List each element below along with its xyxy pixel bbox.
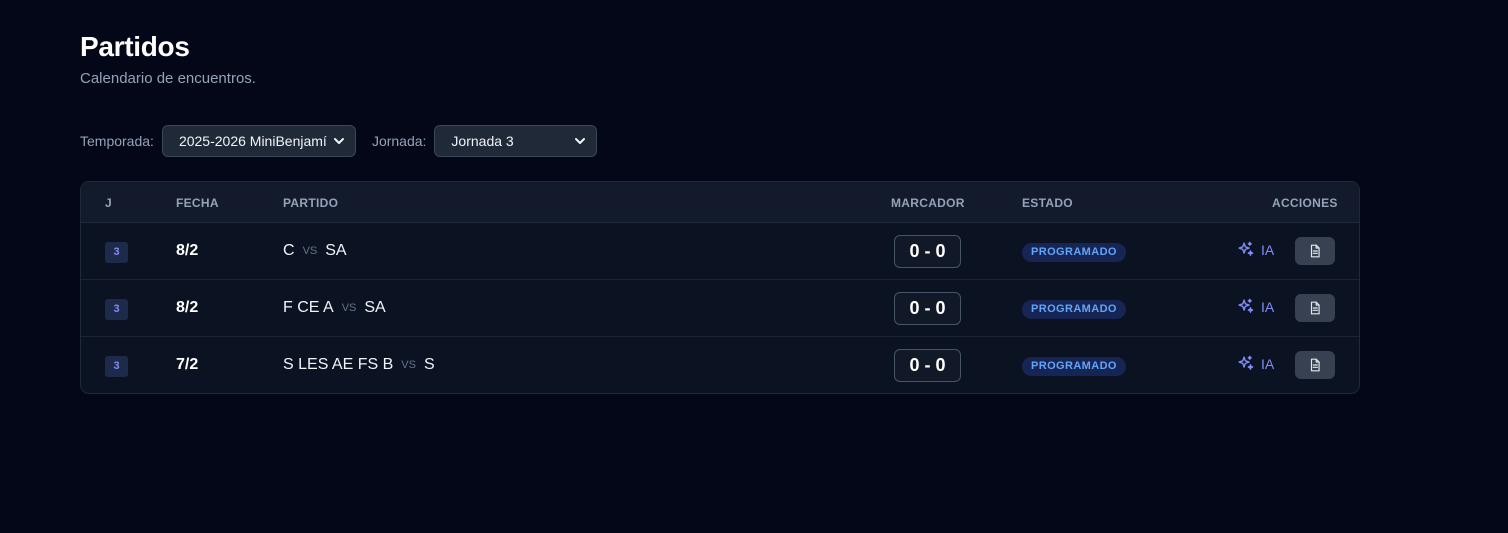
home-team: C — [283, 242, 295, 259]
score-display: 0 - 0 — [894, 349, 961, 382]
status-badge: PROGRAMADO — [1022, 243, 1126, 262]
page-title: Partidos — [80, 31, 190, 62]
ai-label: IA — [1261, 355, 1275, 372]
ai-label: IA — [1261, 298, 1275, 315]
col-fecha: FECHA — [176, 196, 219, 210]
col-marcador: MARCADOR — [891, 196, 965, 210]
document-icon — [1310, 244, 1320, 258]
table-row: 3 7/2 S LES AE FS B VS S 0 - 0 PROGRAMAD… — [81, 337, 1359, 393]
ai-label: IA — [1261, 241, 1275, 258]
versus-label: VS — [302, 245, 318, 257]
match-teams: S LES AE FS B VS S — [283, 356, 435, 374]
match-teams: F CE A VS SA — [283, 299, 386, 317]
temporada-select[interactable]: 2025-2026 MiniBenjamí — [161, 125, 356, 157]
ai-button[interactable]: IA — [1237, 355, 1274, 372]
report-button[interactable] — [1295, 351, 1335, 379]
away-team: SA — [325, 242, 347, 259]
ai-button[interactable]: IA — [1237, 298, 1274, 315]
table-row: 3 8/2 F CE A VS SA 0 - 0 PROGRAMADO IA — [81, 280, 1359, 337]
jornada-badge: 3 — [105, 299, 128, 320]
page: Partidos Calendario de encuentros. Tempo… — [80, 30, 1360, 394]
table-header: J FECHA PARTIDO MARCADOR ESTADO ACCIONES — [81, 182, 1359, 223]
match-date: 8/2 — [176, 299, 199, 316]
col-estado: ESTADO — [1022, 196, 1073, 210]
status-badge: PROGRAMADO — [1022, 300, 1126, 319]
chevron-down-icon — [575, 138, 586, 144]
table-row: 3 8/2 C VS SA 0 - 0 PROGRAMADO IA — [81, 223, 1359, 280]
versus-label: VS — [401, 359, 416, 371]
match-date: 8/2 — [176, 242, 199, 259]
sparkles-icon — [1238, 298, 1254, 313]
col-partido: PARTIDO — [283, 196, 339, 210]
match-teams: C VS SA — [283, 242, 347, 260]
report-button[interactable] — [1295, 294, 1335, 322]
col-acciones: ACCIONES — [1272, 196, 1338, 210]
jornada-label: Jornada: — [371, 133, 427, 149]
away-team: SA — [364, 299, 386, 316]
document-icon — [1310, 358, 1320, 372]
filters-bar: Temporada: 2025-2026 MiniBenjamí Jornada… — [80, 125, 598, 157]
temporada-label: Temporada: — [80, 133, 154, 149]
away-team: S — [423, 356, 435, 373]
sparkles-icon — [1238, 355, 1254, 370]
match-date: 7/2 — [176, 356, 199, 373]
home-team: F CE A — [283, 299, 334, 316]
jornada-badge: 3 — [105, 242, 128, 263]
home-team: S LES AE FS B — [283, 356, 394, 373]
ai-button[interactable]: IA — [1237, 241, 1274, 258]
chevron-down-icon — [333, 138, 344, 144]
col-j: J — [105, 196, 112, 210]
score-display: 0 - 0 — [894, 235, 961, 268]
score-display: 0 - 0 — [894, 292, 961, 325]
report-button[interactable] — [1295, 237, 1335, 265]
matches-table: J FECHA PARTIDO MARCADOR ESTADO ACCIONES… — [80, 181, 1360, 394]
document-icon — [1310, 301, 1320, 315]
jornada-badge: 3 — [105, 356, 128, 377]
versus-label: VS — [341, 302, 357, 314]
jornada-selected-value: Jornada 3 — [451, 133, 514, 149]
sparkles-icon — [1238, 241, 1254, 256]
jornada-select[interactable]: Jornada 3 — [434, 125, 598, 157]
status-badge: PROGRAMADO — [1022, 357, 1126, 376]
temporada-selected-value: 2025-2026 MiniBenjamí — [178, 133, 327, 149]
page-subtitle: Calendario de encuentros. — [80, 70, 256, 87]
